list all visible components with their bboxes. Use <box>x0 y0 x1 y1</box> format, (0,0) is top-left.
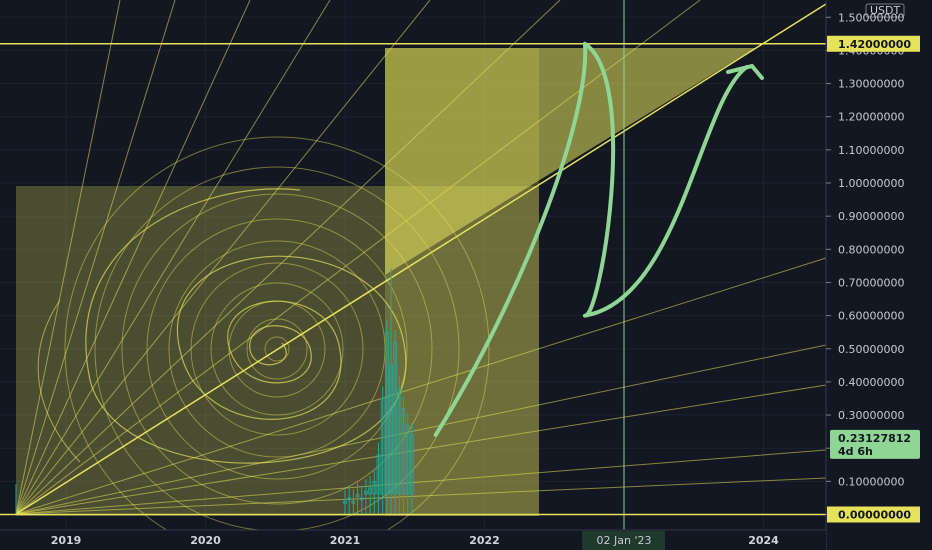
y-tick-label: 0.90000000 <box>838 210 904 223</box>
y-tick-label: 0.50000000 <box>838 343 904 356</box>
last-price-label: 0.23127812 <box>838 432 911 445</box>
y-tick-label: 0.30000000 <box>838 409 904 422</box>
y-tick-label: 1.20000000 <box>838 111 904 124</box>
y-tick-label: 0.60000000 <box>838 310 904 323</box>
x-axis-bg <box>0 530 826 550</box>
y-tick-label: 1.00000000 <box>838 177 904 190</box>
y-axis: USDT0.000000000.100000000.200000000.3000… <box>825 0 932 550</box>
y-tick-label: 0.10000000 <box>838 475 904 488</box>
price-level-label: 1.42000000 <box>838 38 911 51</box>
y-tick-label: 0.40000000 <box>838 376 904 389</box>
x-tick-label: 2020 <box>190 534 221 547</box>
y-tick-label: 0.80000000 <box>838 243 904 256</box>
x-tick-label: 2021 <box>330 534 361 547</box>
cursor-date-label: 02 Jan '23 <box>597 534 652 547</box>
y-tick-label: 0.70000000 <box>838 276 904 289</box>
y-tick-label: 1.50000000 <box>838 11 904 24</box>
y-tick-label: 1.30000000 <box>838 78 904 91</box>
y-tick-label: 1.10000000 <box>838 144 904 157</box>
price-level-label: 0.00000000 <box>838 509 911 522</box>
x-axis: 2019 2020 2021 2022 2024 02 Jan '23 <box>0 529 826 550</box>
x-tick-label: 2024 <box>748 534 779 547</box>
chart-canvas[interactable]: USDT0.000000000.100000000.200000000.3000… <box>0 0 932 550</box>
last-price-countdown: 4d 6h <box>838 445 873 458</box>
x-tick-label: 2022 <box>469 534 500 547</box>
x-tick-label: 2019 <box>51 534 82 547</box>
